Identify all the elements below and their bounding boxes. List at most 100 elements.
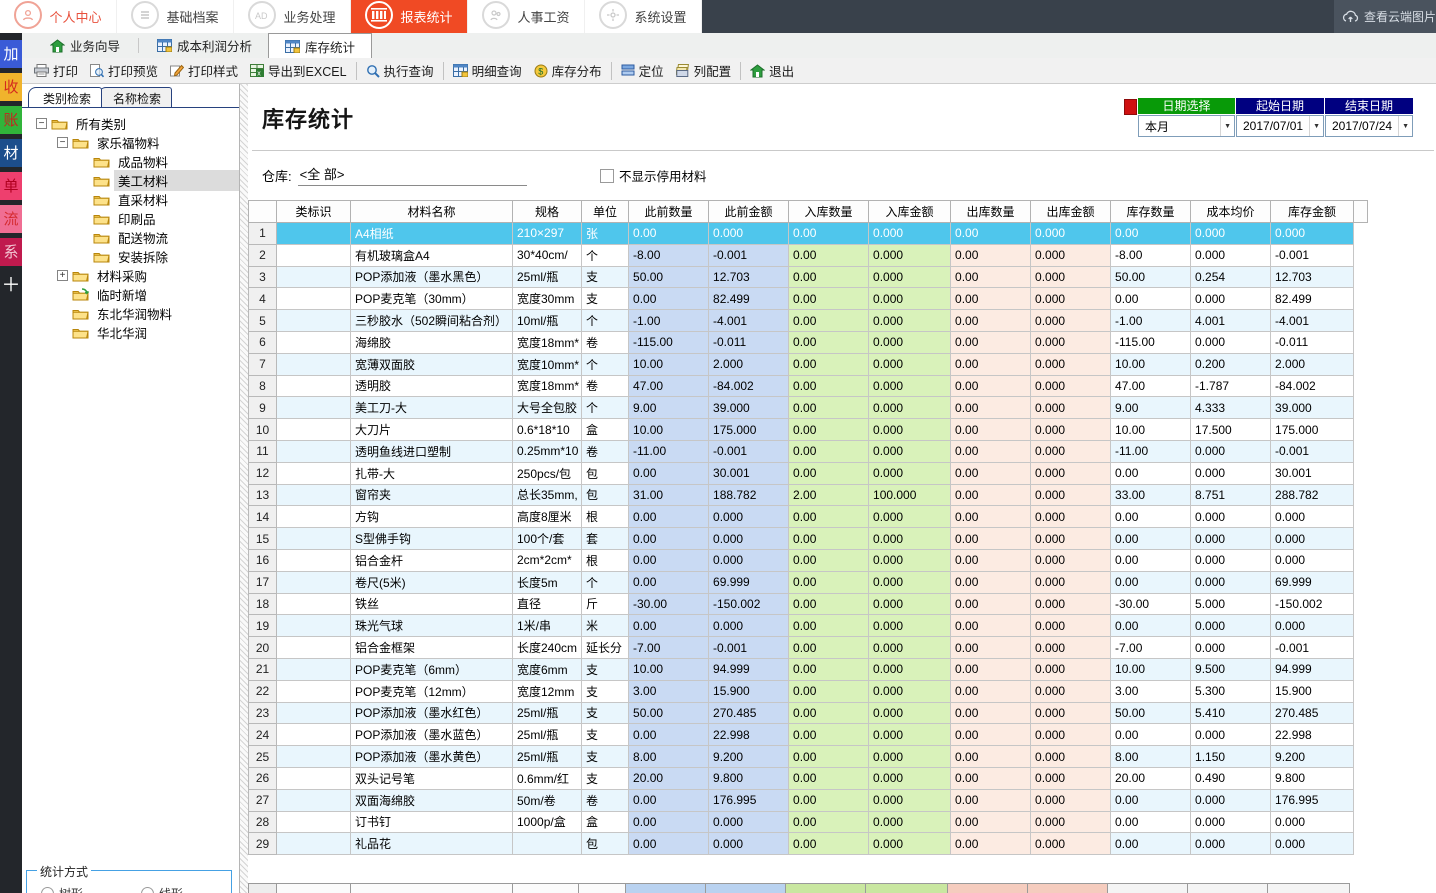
stats-mode-option-线形[interactable]: 线形 [141,885,183,893]
table-row[interactable]: 14方钩高度8厘米根0.000.0000.000.0000.000.0000.0… [249,506,1368,528]
table-row[interactable]: 29礼品花包0.000.0000.000.0000.000.0000.000.0… [249,833,1368,855]
tree-item-临时新增[interactable]: 临时新增 [22,285,239,304]
table-row[interactable]: 1A4相纸210×297张0.000.0000.000.0000.000.000… [249,223,1368,245]
table-row[interactable]: 27双面海绵胶50m/卷卷0.00176.9950.000.0000.000.0… [249,789,1368,811]
table-row[interactable]: 25POP添加液（墨水黄色）25ml/瓶支8.009.2000.000.0000… [249,746,1368,768]
quick-strip-item-单[interactable]: 单 [0,172,22,200]
tab-库存统计[interactable]: 库存统计 [268,33,372,59]
stats-mode-option-树形[interactable]: 树形 [41,885,83,893]
end-date-select[interactable]: 2017/07/24 ▼ [1325,115,1413,137]
hide-disabled-checkbox[interactable] [600,169,614,183]
执行查询-button[interactable]: 执行查询 [360,60,440,82]
tree-item-美工材料[interactable]: 美工材料 [22,171,239,190]
table-row[interactable]: 8透明胶宽度18mm*卷47.00-84.0020.000.0000.000.0… [249,375,1368,397]
quick-strip-item-账[interactable]: 账 [0,106,22,134]
table-row[interactable]: 9美工刀-大大号全包胶个9.0039.0000.000.0000.000.000… [249,397,1368,419]
folder-icon [93,231,110,244]
table-row[interactable]: 10大刀片0.6*18*10盒10.00175.0000.000.0000.00… [249,419,1368,441]
nav-item-业务处理[interactable]: AD业务处理 [234,0,351,33]
column-header-此前金额[interactable]: 此前金额 [709,201,789,223]
定位-button[interactable]: 定位 [615,60,670,82]
table-row[interactable]: 11透明鱼线进口塑制0.25mm*10卷-11.00-0.0010.000.00… [249,440,1368,462]
table-cell: 12.703 [1271,266,1354,288]
table-row[interactable]: 18铁丝直径斤-30.00-150.0020.000.0000.000.000-… [249,593,1368,615]
导出到EXCEL-button[interactable]: x导出到EXCEL [244,60,353,82]
table-row[interactable]: 15S型佛手钩100个/套套0.000.0000.000.0000.000.00… [249,528,1368,550]
column-header-出库金额[interactable]: 出库金额 [1031,201,1111,223]
table-cell: 0.00 [951,484,1031,506]
nav-item-报表统计[interactable]: 报表统计 [351,0,468,33]
column-header-库存金额[interactable]: 库存金额 [1271,201,1354,223]
sidebar-tab-类别检索[interactable]: 类别检索 [28,87,102,107]
collapse-icon[interactable]: − [36,118,47,129]
table-row[interactable]: 22POP麦克笔（12mm）宽度12mm支3.0015.9000.000.000… [249,680,1368,702]
table-row[interactable]: 23POP添加液（墨水红色）25ml/瓶支50.00270.4850.000.0… [249,702,1368,724]
打印-button[interactable]: 打印 [28,60,84,82]
expand-icon[interactable]: + [57,270,68,281]
table-row[interactable]: 17卷尺(5米)长度5m个0.0069.9990.000.0000.000.00… [249,571,1368,593]
table-cell [277,506,351,528]
column-header-入库金额[interactable]: 入库金额 [869,201,951,223]
打印预览-button[interactable]: 打印预览 [84,60,164,82]
sidebar-tab-名称检索[interactable]: 名称检索 [98,87,172,107]
column-header-材料名称[interactable]: 材料名称 [351,201,513,223]
列配置-button[interactable]: 列配置 [670,60,738,82]
table-row[interactable]: 16铝合金杆2cm*2cm*根0.000.0000.000.0000.000.0… [249,549,1368,571]
collapse-icon[interactable]: − [57,137,68,148]
tab-成本利润分析[interactable]: 成本利润分析 [141,33,268,58]
nav-item-人事工资[interactable]: 人事工资 [468,0,585,33]
left-quick-strip: 加收账材单流系 ＋ [0,33,22,893]
nav-item-基础档案[interactable]: 基础档案 [117,0,234,33]
table-row[interactable]: 5三秒胶水（502瞬间粘合剂）10ml/瓶个-1.00-4.0010.000.0… [249,310,1368,332]
column-header-类标识[interactable]: 类标识 [277,201,351,223]
tree-item-配送物流[interactable]: 配送物流 [22,228,239,247]
warehouse-select[interactable]: <全 部> [298,164,527,186]
tree-item-华北华润[interactable]: 华北华润 [22,323,239,342]
table-row[interactable]: 4POP麦克笔（30mm）宽度30mm支0.0082.4990.000.0000… [249,288,1368,310]
column-header-规格[interactable]: 规格 [513,201,582,223]
table-row[interactable]: 13窗帘夹总长35mm,包31.00188.7822.00100.0000.00… [249,484,1368,506]
tab-业务向导[interactable]: 业务向导 [34,33,136,58]
column-header-成本均价[interactable]: 成本均价 [1191,201,1271,223]
tree-item-印刷品[interactable]: 印刷品 [22,209,239,228]
quick-strip-item-加[interactable]: 加 [0,40,22,68]
quick-strip-item-材[interactable]: 材 [0,139,22,167]
退出-button[interactable]: 退出 [744,60,800,82]
打印样式-button[interactable]: 打印样式 [164,60,244,82]
quick-strip-item-收[interactable]: 收 [0,73,22,101]
column-header-库存数量[interactable]: 库存数量 [1111,201,1191,223]
table-row[interactable]: 7宽薄双面胶宽度10mm*个10.002.0000.000.0000.000.0… [249,353,1368,375]
tree-item-成品物料[interactable]: 成品物料 [22,152,239,171]
tree-item-直采材料[interactable]: 直采材料 [22,190,239,209]
column-header-此前数量[interactable]: 此前数量 [629,201,709,223]
column-header-出库数量[interactable]: 出库数量 [951,201,1031,223]
date-mode-select[interactable]: 本月 ▼ [1138,115,1235,137]
tree-item-所有类别[interactable]: −所有类别 [22,114,239,133]
table-row[interactable]: 12扎带-大250pcs/包包0.0030.0010.000.0000.000.… [249,462,1368,484]
table-row[interactable]: 6海绵胶宽度18mm*卷-115.00-0.0110.000.0000.000.… [249,331,1368,353]
table-row[interactable]: 21POP麦克笔（6mm）宽度6mm支10.0094.9990.000.0000… [249,658,1368,680]
明细查询-button[interactable]: 明细查询 [447,60,528,82]
table-row[interactable]: 28订书钉1000p/盒盒0.000.0000.000.0000.000.000… [249,811,1368,833]
库存分布-button[interactable]: $库存分布 [528,60,608,82]
quick-strip-item-系[interactable]: 系 [0,238,22,266]
tree-item-东北华润物料[interactable]: 东北华润物料 [22,304,239,323]
table-row[interactable]: 19珠光气球1米/串米0.000.0000.000.0000.000.0000.… [249,615,1368,637]
table-row[interactable]: 20铝合金框架长度240cm延长分-7.00-0.0010.000.0000.0… [249,637,1368,659]
quick-strip-item-＋[interactable]: ＋ [0,271,22,299]
nav-item-系统设置[interactable]: 系统设置 [585,0,702,33]
sidebar-splitter[interactable] [240,84,248,893]
tree-item-材料采购[interactable]: +材料采购 [22,266,239,285]
tree-item-家乐福物料[interactable]: −家乐福物料 [22,133,239,152]
column-header-入库数量[interactable]: 入库数量 [789,201,869,223]
table-row[interactable]: 24POP添加液（墨水蓝色）25ml/瓶支0.0022.9980.000.000… [249,724,1368,746]
table-row[interactable]: 2有机玻璃盒A430*40cm/个-8.00-0.0010.000.0000.0… [249,244,1368,266]
table-row[interactable]: 3POP添加液（墨水黑色）25ml/瓶支50.0012.7030.000.000… [249,266,1368,288]
column-header-单位[interactable]: 单位 [582,201,629,223]
start-date-select[interactable]: 2017/07/01 ▼ [1236,115,1324,137]
view-cloud-images-button[interactable]: 查看云端图片 [1334,0,1436,33]
table-row[interactable]: 26双头记号笔0.6mm/红支20.009.8000.000.0000.000.… [249,767,1368,789]
nav-item-个人中心[interactable]: 个人中心 [0,0,117,33]
quick-strip-item-流[interactable]: 流 [0,205,22,233]
tree-item-安装拆除[interactable]: 安装拆除 [22,247,239,266]
